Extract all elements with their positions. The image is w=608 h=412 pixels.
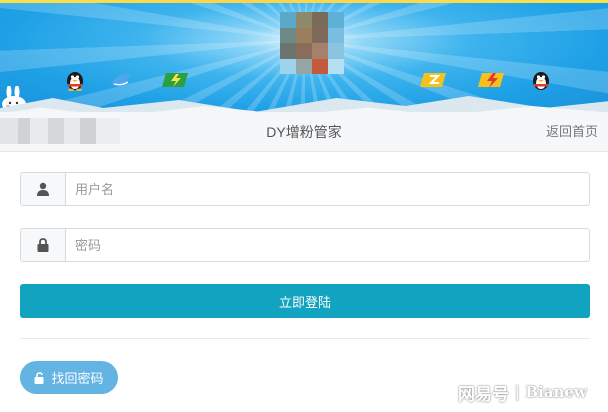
- avatar: [280, 12, 344, 74]
- qq-penguin-icon: [533, 72, 549, 90]
- sleep-badge-icon: [420, 73, 446, 87]
- qq-penguin-icon: [67, 72, 83, 91]
- watermark: 网易号 | Bianew: [458, 378, 587, 406]
- password-field: [20, 228, 590, 262]
- username-field: [20, 172, 590, 206]
- username-addon: [21, 173, 66, 205]
- unlock-icon: [34, 371, 44, 384]
- password-addon: [21, 229, 66, 261]
- back-home-link[interactable]: 返回首页: [546, 112, 598, 152]
- bird-icon: [111, 73, 132, 86]
- header-banner: [0, 0, 608, 112]
- password-input[interactable]: [66, 229, 589, 261]
- login-button[interactable]: 立即登陆: [20, 284, 590, 318]
- blurred-logo: [0, 118, 120, 144]
- recover-password-button[interactable]: 找回密码: [20, 361, 118, 394]
- watermark-author: Bianew: [525, 383, 587, 401]
- recover-password-label: 找回密码: [51, 371, 104, 386]
- login-page: DY增粉管家 返回首页 立即登陆 找回密码: [0, 0, 608, 412]
- lightning-badge-icon: [478, 73, 504, 88]
- divider: [20, 338, 590, 339]
- watermark-separator: |: [515, 382, 520, 401]
- user-icon: [37, 182, 49, 196]
- speed-badge-icon: [162, 73, 188, 87]
- username-input[interactable]: [66, 173, 589, 205]
- lock-icon: [37, 238, 49, 252]
- watermark-source: 网易号: [458, 384, 509, 404]
